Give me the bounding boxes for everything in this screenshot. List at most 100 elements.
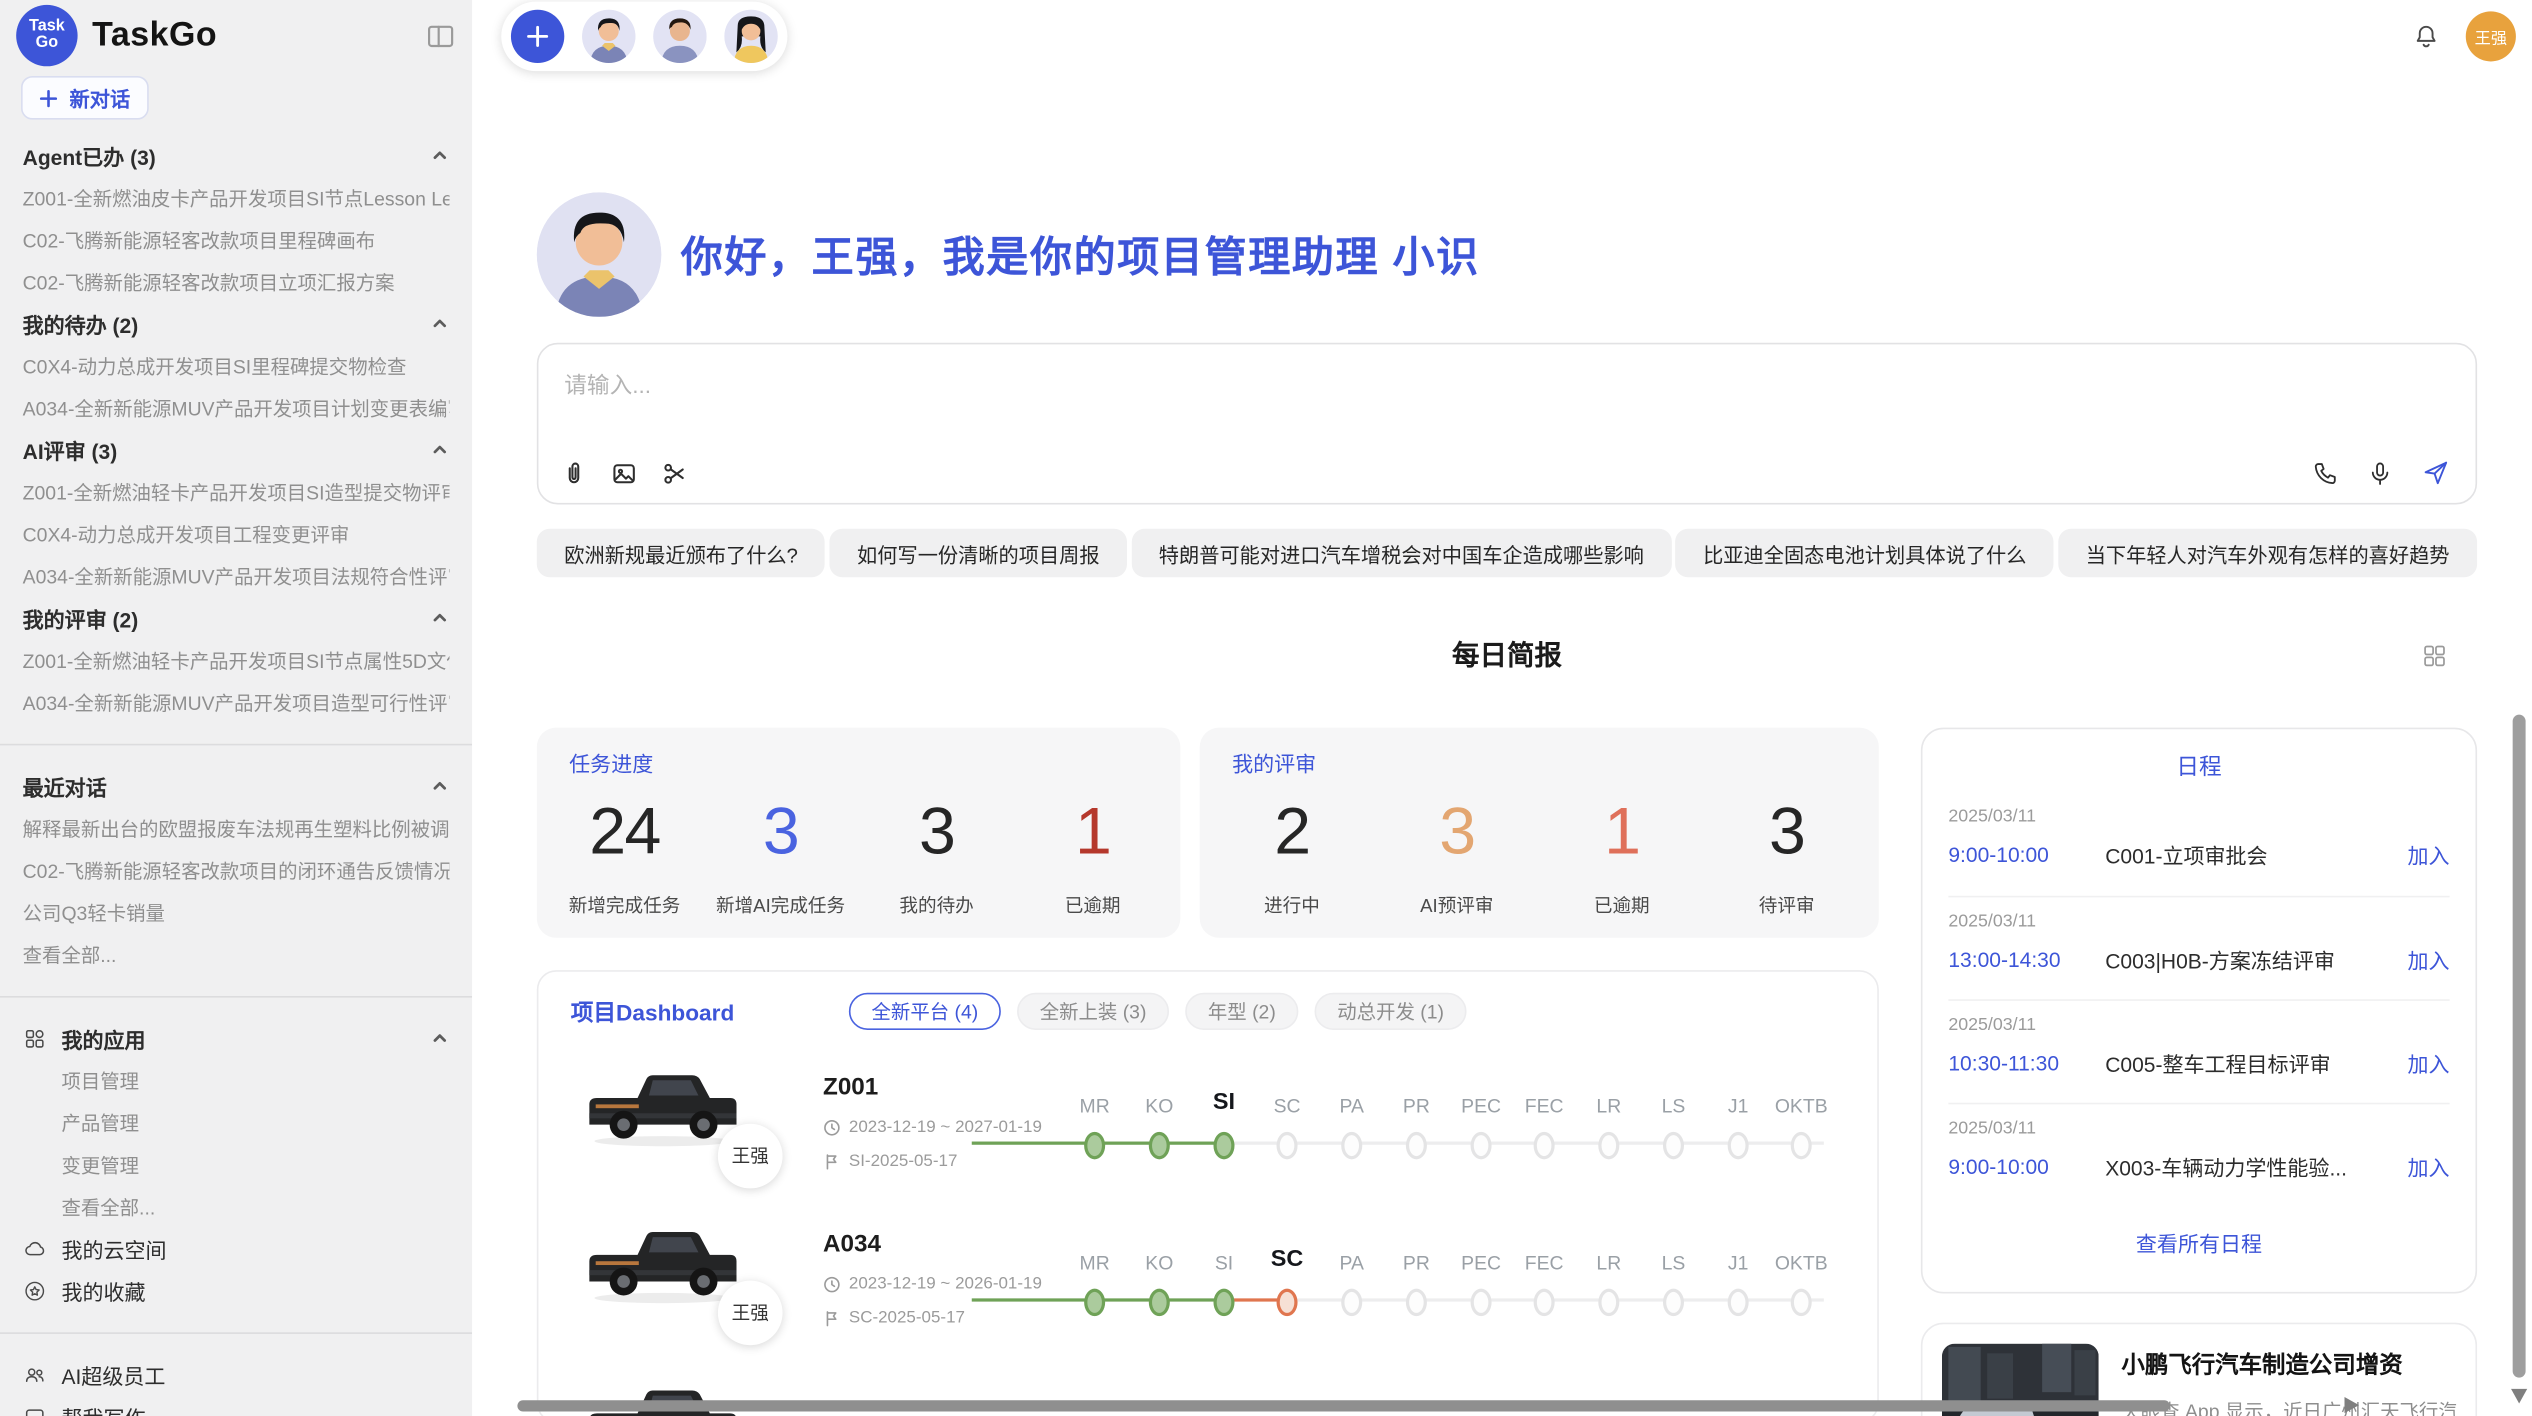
image-upload-icon[interactable]	[610, 459, 639, 488]
chevron-up-icon	[430, 314, 449, 333]
dashboard-filter-tab[interactable]: 年型 (2)	[1185, 993, 1298, 1030]
suggestion-chips: 欧洲新规最近颁布了什么?如何写一份清晰的项目周报特朗普可能对进口汽车增税会对中国…	[537, 529, 2477, 578]
milestone-dot	[1728, 1289, 1749, 1316]
suggestion-chip[interactable]: 特朗普可能对进口汽车增税会对中国车企造成哪些影响	[1131, 529, 1671, 578]
sidebar-section-title: AI评审 (3)	[23, 434, 430, 465]
sidebar-item[interactable]: A034-全新新能源MUV产品开发项目法规符合性评审	[23, 562, 450, 589]
sidebar-section-title: Agent已办 (3)	[23, 140, 430, 171]
recent-view-all-link[interactable]: 查看全部...	[23, 940, 450, 967]
suggestion-chip[interactable]: 欧洲新规最近颁布了什么?	[537, 529, 826, 578]
schedule-name: C003|H0B-方案冻结评审	[2105, 944, 2407, 975]
divider	[0, 732, 472, 755]
sidebar-item[interactable]: Z001-全新燃油轻卡产品开发项目SI节点属性5D文件评审	[23, 646, 450, 673]
schedule-view-all-link[interactable]: 查看所有日程	[1948, 1227, 2449, 1258]
sidebar-item[interactable]: 变更管理	[61, 1150, 449, 1177]
schedule-item[interactable]: 2025/03/11 10:30-11:30 C005-整车工程目标评审 加入	[1948, 999, 2449, 1102]
stat-value: 3	[703, 799, 859, 865]
sidebar: Task Go TaskGo 新对话 Agent已办 (3) Z001-全新燃油…	[0, 0, 472, 1416]
milestone-label: MR	[1080, 1095, 1110, 1118]
sidebar-section: AI评审 (3) Z001-全新燃油轻卡产品开发项目SI造型提交物评审 C0X4-…	[23, 428, 450, 596]
sidebar-item[interactable]: C02-飞腾新能源轻客改款项目的闭环通告反馈情况	[23, 856, 450, 883]
sidebar-item-cloud-space[interactable]: 我的云空间	[23, 1227, 450, 1269]
attachment-icon[interactable]	[559, 459, 588, 488]
sidebar-item[interactable]: 项目管理	[61, 1066, 449, 1093]
scroll-right-arrow[interactable]	[2345, 1397, 2360, 1413]
scissors-icon[interactable]	[660, 459, 689, 488]
sidebar-item[interactable]: Z001-全新燃油轻卡产品开发项目SI造型提交物评审	[23, 478, 450, 505]
suggestion-chip[interactable]: 比亚迪全固态电池计划具体说了什么	[1676, 529, 2054, 578]
microphone-icon[interactable]	[2366, 458, 2395, 487]
chevron-up-icon	[430, 1028, 449, 1047]
milestone-label: OKTB	[1775, 1095, 1828, 1118]
sidebar-item[interactable]: C02-飞腾新能源轻客改款项目里程碑画布	[23, 226, 450, 253]
schedule-item[interactable]: 2025/03/11 9:00-10:00 X003-车辆动力学性能验... 加…	[1948, 1103, 2449, 1206]
sidebar-section-header[interactable]: Agent已办 (3)	[23, 134, 450, 176]
stat-label: 待评审	[1704, 893, 1869, 919]
sidebar-item-help-me-write[interactable]: 帮我写作	[23, 1395, 450, 1416]
collapse-sidebar-icon[interactable]	[425, 20, 456, 51]
milestone-label: KO	[1145, 1251, 1173, 1274]
sidebar-item[interactable]: C0X4-动力总成开发项目工程变更评审	[23, 520, 450, 547]
sidebar-item[interactable]: 解释最新出台的欧盟报废车法规再生塑料比例被调至15%...	[23, 814, 450, 841]
dashboard-filter-tab[interactable]: 全新平台 (4)	[849, 993, 1001, 1030]
my-apps-header[interactable]: 我的应用	[23, 1017, 450, 1059]
schedule-item[interactable]: 2025/03/11 13:00-14:30 C003|H0B-方案冻结评审 加…	[1948, 896, 2449, 999]
ai-super-staff-label: AI超级员工	[61, 1359, 165, 1390]
milestone-label: PA	[1340, 1095, 1364, 1118]
sidebar-section-header[interactable]: 我的评审 (2)	[23, 597, 450, 639]
new-chat-label: 新对话	[70, 82, 131, 113]
horizontal-scrollbar[interactable]	[517, 1400, 2169, 1411]
apps-view-all-link[interactable]: 查看全部...	[61, 1192, 449, 1219]
dashboard-tabs: 全新平台 (4) 全新上装 (3) 年型 (2) 动总开发 (1)	[849, 993, 1467, 1030]
sidebar-item[interactable]: C02-飞腾新能源轻客改款项目立项汇报方案	[23, 268, 450, 295]
milestone-dot	[1341, 1289, 1362, 1316]
stat-label: 进行中	[1209, 893, 1374, 919]
stat: 3 待评审	[1704, 778, 1869, 919]
sidebar-section-header[interactable]: 我的待办 (2)	[23, 302, 450, 344]
briefing-layout-icon[interactable]	[2420, 642, 2447, 669]
vertical-scrollbar[interactable]	[2513, 715, 2526, 1378]
milestone-dot	[1277, 1132, 1298, 1159]
milestone-dot	[1791, 1289, 1812, 1316]
main-area: 王强 你好，王强，我是你的项目管理助理 小识	[472, 0, 2532, 1416]
schedule-join-link[interactable]: 加入	[2408, 944, 2450, 975]
stat: 1 已逾期	[1015, 778, 1171, 919]
sidebar-item[interactable]: C0X4-动力总成开发项目SI里程碑提交物检查	[23, 352, 450, 379]
schedule-item[interactable]: 2025/03/11 9:00-10:00 C001-立项审批会 加入	[1948, 792, 2449, 895]
dashboard-filter-tab[interactable]: 全新上装 (3)	[1017, 993, 1169, 1030]
sidebar-item[interactable]: 产品管理	[61, 1108, 449, 1135]
milestone-dot	[1791, 1132, 1812, 1159]
new-chat-button[interactable]: 新对话	[21, 76, 148, 120]
sidebar-item[interactable]: A034-全新新能源MUV产品开发项目计划变更表编写	[23, 394, 450, 421]
sidebar-item[interactable]: 公司Q3轻卡销量	[23, 898, 450, 925]
sidebar-item-ai-super-staff[interactable]: AI超级员工	[23, 1353, 450, 1395]
milestone-label: SC	[1271, 1247, 1304, 1273]
sidebar-item[interactable]: Z001-全新燃油皮卡产品开发项目SI节点Lesson Learn报告	[23, 184, 450, 211]
phone-icon[interactable]	[2311, 458, 2340, 487]
recent-chats-header[interactable]: 最近对话	[23, 765, 450, 807]
stat-label: 我的待办	[859, 893, 1015, 919]
composer-input[interactable]	[538, 344, 2475, 438]
sidebar-item[interactable]: A034-全新新能源MUV产品开发项目造型可行性评审	[23, 688, 450, 715]
project-row[interactable]: 王强 A034 2023-12-19 ~ 2026-01-19 SC-2025-…	[538, 1206, 1877, 1363]
scroll-down-arrow[interactable]	[2511, 1389, 2527, 1404]
stat-grid-0: 24 新增完成任务 3 新增AI完成任务 3 我的待办 1 已逾期	[537, 778, 1181, 919]
sidebar-item-favorites[interactable]: 我的收藏	[23, 1269, 450, 1311]
dashboard-filter-tab[interactable]: 动总开发 (1)	[1315, 993, 1467, 1030]
schedule-join-link[interactable]: 加入	[2408, 1048, 2450, 1079]
daily-briefing-title: 每日简报	[1452, 640, 1562, 671]
suggestion-chip[interactable]: 当下年轻人对汽车外观有怎样的喜好趋势	[2058, 529, 2477, 578]
stat-value: 1	[1015, 799, 1171, 865]
my-review-card: 我的评审 2 进行中 3 AI预评审 1 已逾期 3 待评审	[1200, 728, 1879, 938]
sidebar-section-header[interactable]: AI评审 (3)	[23, 428, 450, 470]
milestone-dot	[1084, 1289, 1105, 1316]
suggestion-chip[interactable]: 如何写一份清晰的项目周报	[830, 529, 1128, 578]
project-row[interactable]: 王强 Z001 2023-12-19 ~ 2027-01-19 SI-2025-…	[538, 1049, 1877, 1206]
milestone-label: PA	[1340, 1251, 1364, 1274]
milestone-dot	[1406, 1289, 1427, 1316]
send-icon[interactable]	[2420, 458, 2451, 489]
stat: 1 已逾期	[1539, 778, 1704, 919]
schedule-join-link[interactable]: 加入	[2408, 839, 2450, 870]
schedule-title: 日程	[1948, 750, 2449, 782]
schedule-join-link[interactable]: 加入	[2408, 1151, 2450, 1182]
